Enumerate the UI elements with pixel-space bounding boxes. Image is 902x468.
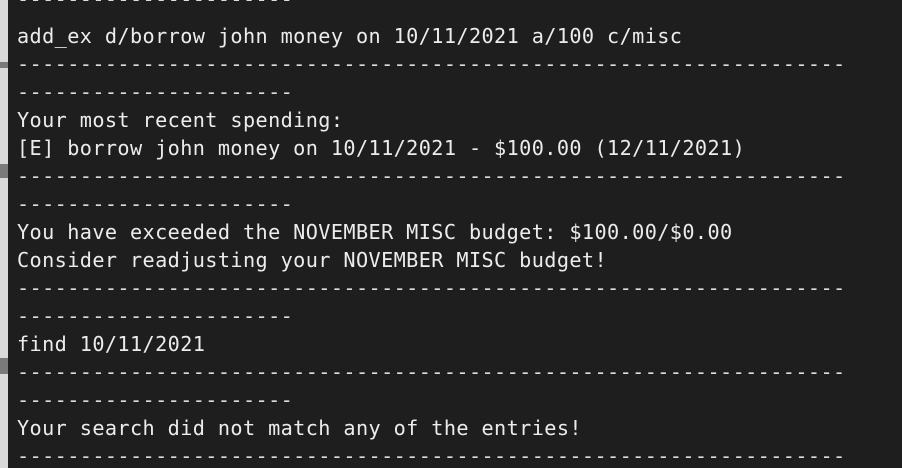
separator-line: ---------------------- — [17, 192, 294, 216]
separator-line: ----------------------------------------… — [17, 276, 846, 300]
separator-line: ----------------------------------------… — [17, 164, 846, 188]
terminal-output: ---------------------- add_ex d/borrow j… — [8, 0, 902, 468]
separator-line: ---------------------- — [17, 388, 294, 412]
separator-line: ---------------------- — [17, 80, 294, 104]
separator-line: ----------------------------------------… — [17, 52, 846, 76]
output-line: Consider readjusting your NOVEMBER MISC … — [17, 248, 608, 272]
output-line: You have exceeded the NOVEMBER MISC budg… — [17, 220, 733, 244]
separator-line: ----------------------------------------… — [17, 444, 846, 468]
terminal-window: ---------------------- add_ex d/borrow j… — [0, 0, 902, 468]
command-line: add_ex d/borrow john money on 10/11/2021… — [17, 24, 683, 48]
separator-line: ----------------------------------------… — [17, 360, 846, 384]
output-line: Your search did not match any of the ent… — [17, 416, 582, 440]
output-line: Your most recent spending: — [17, 108, 344, 132]
separator-line: ---------------------- — [17, 304, 294, 328]
separator-line: ---------------------- — [17, 0, 293, 13]
command-line: find 10/11/2021 — [17, 332, 206, 356]
output-line: [E] borrow john money on 10/11/2021 - $1… — [17, 136, 746, 160]
background-window-edge — [0, 0, 8, 468]
